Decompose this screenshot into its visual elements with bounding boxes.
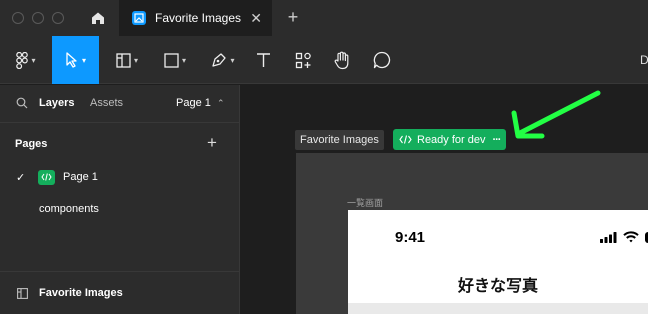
minimize-window-button[interactable]: [32, 12, 44, 24]
plus-icon: +: [287, 6, 299, 27]
chevron-down-icon: ▾: [31, 55, 36, 65]
home-button[interactable]: [84, 0, 112, 36]
frame-tool-button[interactable]: ▾: [108, 36, 146, 84]
move-tool-button[interactable]: ▾: [52, 36, 99, 84]
chevron-up-icon: ⌃: [216, 98, 225, 108]
page-item-label: Page 1: [63, 171, 98, 183]
ready-for-dev-badge[interactable]: Ready for dev ···: [393, 129, 507, 150]
chevron-down-icon: ▾: [133, 55, 138, 65]
rectangle-icon: [164, 52, 179, 68]
tab-favorite-images[interactable]: Favorite Images ✕: [119, 0, 272, 36]
shape-tool-button[interactable]: ▾: [156, 36, 194, 84]
phone-screen-title: 好きな写真: [457, 278, 538, 295]
close-window-button[interactable]: [12, 12, 24, 24]
hand-tool-button[interactable]: [330, 36, 354, 84]
toolbar: ▾ ▾ ▾ ▾ ▾ D: [0, 36, 648, 84]
panel-tabs: Layers Assets Page 1 ⌃: [0, 85, 240, 123]
search-icon[interactable]: [16, 97, 28, 109]
code-icon: [399, 135, 412, 144]
status-bar-icons: [600, 231, 648, 243]
tab-title: Favorite Images: [155, 11, 242, 25]
tab-assets[interactable]: Assets: [90, 97, 123, 109]
ready-badge-label: Ready for dev: [417, 133, 486, 146]
text-tool-button[interactable]: [252, 36, 274, 84]
page-item-components[interactable]: components: [0, 197, 240, 221]
dev-mode-icon: [38, 169, 55, 185]
pages-header: Pages: [15, 138, 48, 150]
zoom-window-button[interactable]: [52, 12, 64, 24]
status-bar-time: 9:41: [395, 229, 426, 246]
toolbar-overflow-text[interactable]: D: [640, 36, 648, 84]
more-icon[interactable]: ···: [492, 134, 501, 146]
file-name-label: Favorite Images: [39, 287, 123, 299]
figma-logo-icon: [16, 51, 29, 69]
page-item-page-1[interactable]: ✓ Page 1: [0, 165, 240, 189]
plus-icon: +: [207, 133, 217, 152]
phone-screen-frame[interactable]: [348, 210, 648, 314]
wifi-icon: [623, 231, 639, 243]
frame-icon: [17, 287, 28, 299]
chevron-down-icon: ▾: [81, 55, 86, 65]
page-selector-label: Page 1: [176, 97, 211, 109]
file-icon: [132, 11, 146, 25]
title-bar: Favorite Images ✕ +: [0, 0, 648, 36]
tab-layers[interactable]: Layers: [39, 97, 74, 109]
checkmark-icon: ✓: [16, 171, 26, 184]
frame-icon: [116, 52, 131, 68]
cursor-icon: [66, 52, 77, 68]
page-item-label: components: [39, 203, 99, 215]
add-page-button[interactable]: +: [207, 133, 217, 153]
pen-icon: [212, 53, 227, 67]
chevron-down-icon: ▾: [181, 55, 186, 65]
file-name-item[interactable]: Favorite Images: [0, 271, 240, 314]
chevron-down-icon: ▾: [230, 55, 235, 65]
comment-tool-button[interactable]: [370, 36, 394, 84]
main-menu-button[interactable]: ▾: [8, 36, 44, 84]
frame-name-label[interactable]: Favorite Images: [295, 130, 384, 150]
cellular-signal-icon: [600, 231, 617, 243]
page-selector[interactable]: Page 1 ⌃: [176, 97, 224, 109]
screen-frame-label[interactable]: 一覧画面: [347, 196, 383, 209]
phone-content-strip: [348, 303, 648, 314]
resources-tool-button[interactable]: [292, 36, 314, 84]
new-tab-button[interactable]: +: [284, 6, 302, 28]
hand-icon: [334, 51, 349, 69]
comment-icon: [373, 51, 391, 69]
left-panel: Layers Assets Page 1 ⌃ Pages + ✓ Page 1 …: [0, 85, 240, 314]
annotation-arrow: [511, 90, 601, 139]
home-icon: [92, 12, 104, 24]
pen-tool-button[interactable]: ▾: [204, 36, 242, 84]
close-tab-icon[interactable]: ✕: [250, 10, 262, 27]
text-icon: [256, 53, 270, 67]
resources-icon: [295, 52, 311, 68]
